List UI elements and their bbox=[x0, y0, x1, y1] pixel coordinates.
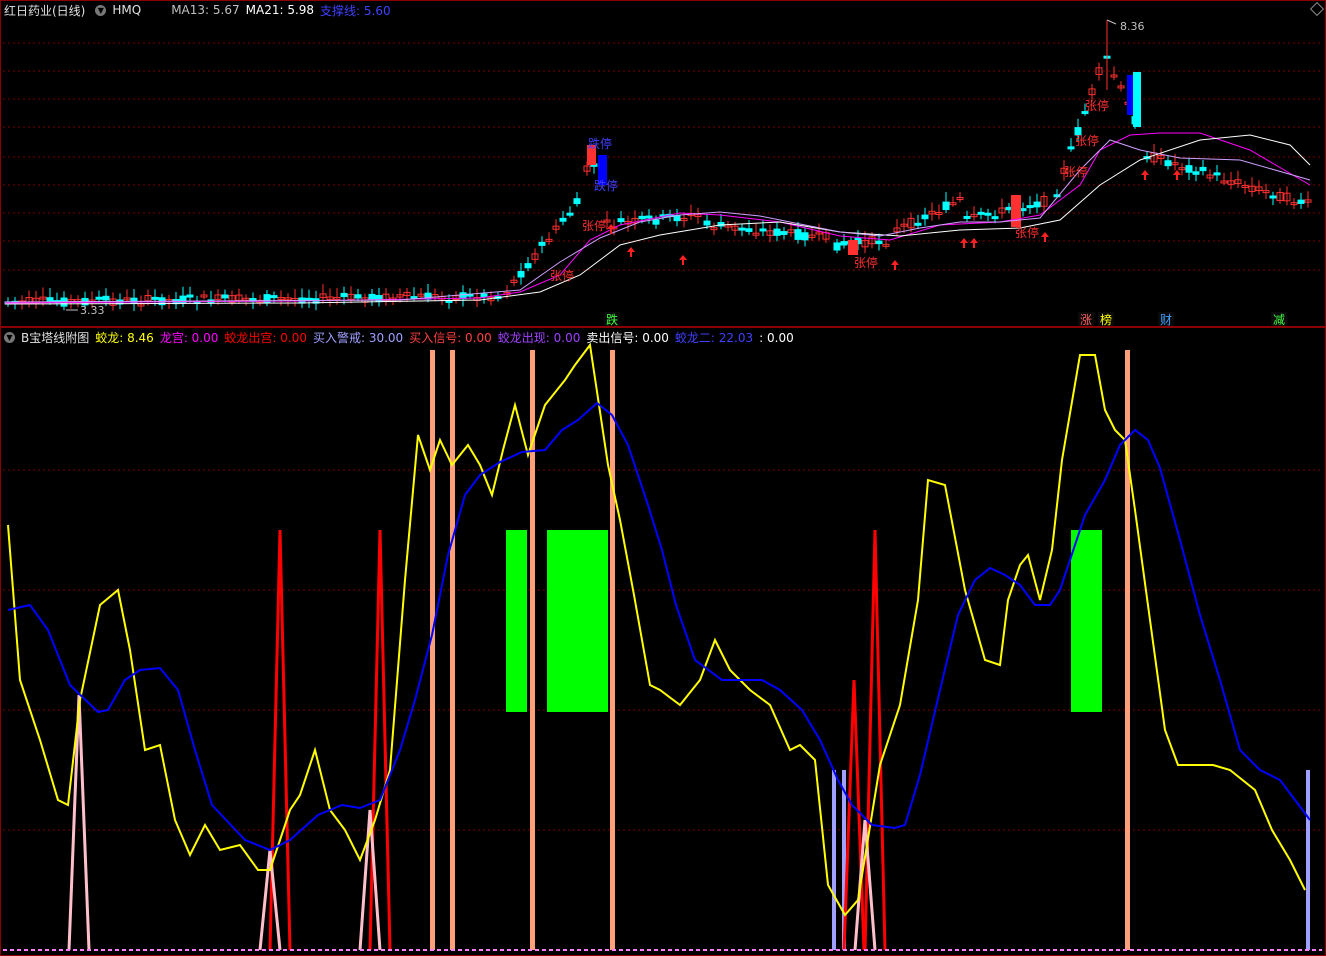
sell-signal-bar bbox=[430, 350, 435, 950]
dragon-line bbox=[7, 342, 1306, 917]
buy-signal-spike bbox=[368, 529, 392, 951]
signal-block bbox=[506, 530, 527, 712]
sell-signal-bar bbox=[450, 350, 455, 950]
signal-block bbox=[1071, 530, 1102, 712]
buy-signal-spike bbox=[863, 529, 887, 951]
dragon-spike bbox=[67, 694, 91, 951]
indicator-chart bbox=[3, 342, 1322, 951]
sell-signal-bar bbox=[610, 350, 615, 950]
buy-warning-bar bbox=[832, 770, 836, 950]
buy-warning-bar bbox=[1306, 770, 1310, 950]
signal-block bbox=[547, 530, 608, 712]
